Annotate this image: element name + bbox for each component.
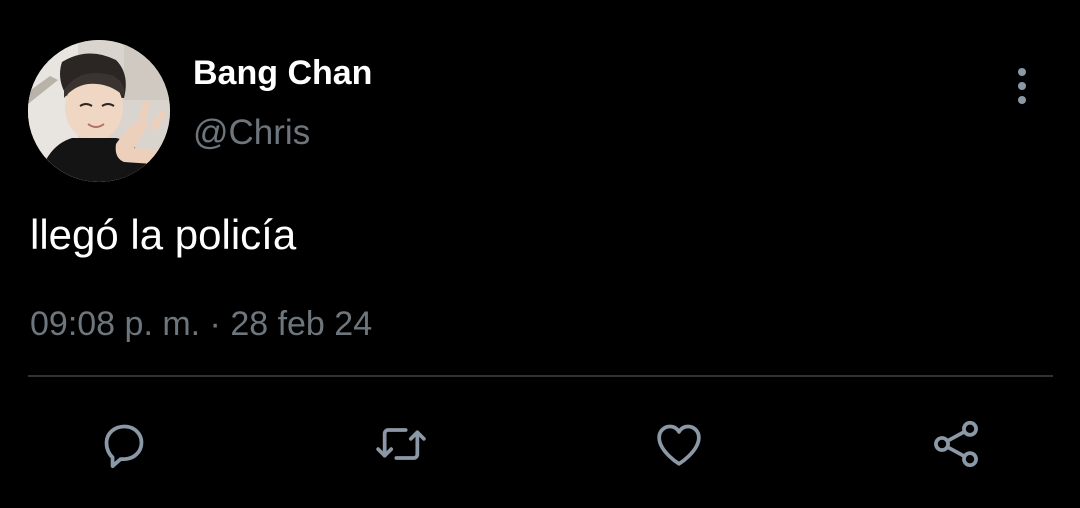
avatar-photo: [28, 40, 170, 182]
retweet-icon: [376, 428, 426, 460]
tweet-timestamp[interactable]: 09:08 p. m. · 28 feb 24: [30, 302, 372, 346]
reply-icon: [104, 424, 144, 469]
divider: [28, 375, 1053, 377]
avatar[interactable]: [28, 40, 170, 182]
more-vertical-icon-dot-2: [1018, 82, 1026, 90]
share-icon: [934, 420, 978, 468]
tweet-text: llegó la policía: [30, 211, 297, 258]
user-handle[interactable]: @Chris: [193, 112, 310, 154]
display-name[interactable]: Bang Chan: [193, 52, 372, 94]
reply-button[interactable]: [94, 414, 154, 474]
more-vertical-icon-dot-3: [1018, 96, 1026, 104]
heart-icon: [657, 424, 701, 466]
share-button[interactable]: [926, 414, 986, 474]
like-button[interactable]: [649, 414, 709, 474]
tweet-card: Bang Chan @Chris llegó la policía 09:08 …: [0, 0, 1080, 508]
more-options-button[interactable]: [1000, 62, 1044, 110]
retweet-button[interactable]: [371, 414, 431, 474]
more-vertical-icon: [1018, 68, 1026, 76]
